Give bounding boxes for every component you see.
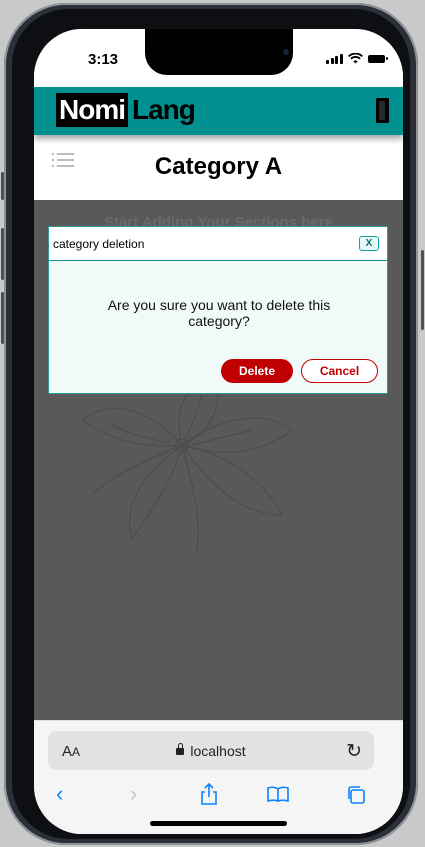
cellular-signal-icon [326,53,343,64]
browser-toolbar: AA localhost ↻ ‹ › [34,720,403,834]
wifi-icon [347,53,363,64]
status-bar: 3:13 [34,29,403,87]
dialog-message: Are you sure you want to delete this cat… [107,297,331,329]
url-text: localhost [190,743,246,759]
status-icons [326,53,388,64]
share-icon[interactable] [200,783,218,805]
logo-text-nomi: Nomi [56,93,128,127]
forward-icon: › [130,781,138,806]
reload-icon[interactable]: ↻ [346,740,362,763]
flower-illustration [81,383,293,551]
notch [145,29,293,75]
logo-text-lang: Lang [132,94,196,125]
browser-nav: ‹ › [34,781,403,811]
url-display: localhost [48,743,374,759]
status-time: 3:13 [88,51,119,68]
title-bar: Category A [34,135,403,200]
phone-bezel: 3:13 Nomi Lang Category A Start Adding Y… [12,9,410,839]
back-icon[interactable]: ‹ [56,781,63,807]
address-bar[interactable]: AA localhost ↻ [48,731,374,770]
screen: 3:13 Nomi Lang Category A Start Adding Y… [34,29,403,834]
logout-door-icon[interactable] [376,98,389,123]
phone-frame: 3:13 Nomi Lang Category A Start Adding Y… [4,3,418,845]
app-logo[interactable]: Nomi Lang [56,93,196,127]
tabs-icon[interactable] [346,785,366,805]
dialog-header: category deletion X [49,227,387,261]
battery-icon [367,54,388,63]
dialog-title: category deletion [53,237,145,251]
delete-button[interactable]: Delete [221,359,293,383]
bookmarks-icon[interactable] [267,786,289,802]
lock-icon [176,743,185,755]
camera-icon [283,49,289,55]
app-header: Nomi Lang [34,87,403,135]
cancel-button[interactable]: Cancel [301,359,378,383]
dialog-close-button[interactable]: X [359,236,379,251]
power-button [421,250,424,330]
page-title: Category A [154,153,283,180]
home-indicator [150,821,287,826]
delete-category-dialog: category deletion X Are you sure you wan… [48,226,388,394]
